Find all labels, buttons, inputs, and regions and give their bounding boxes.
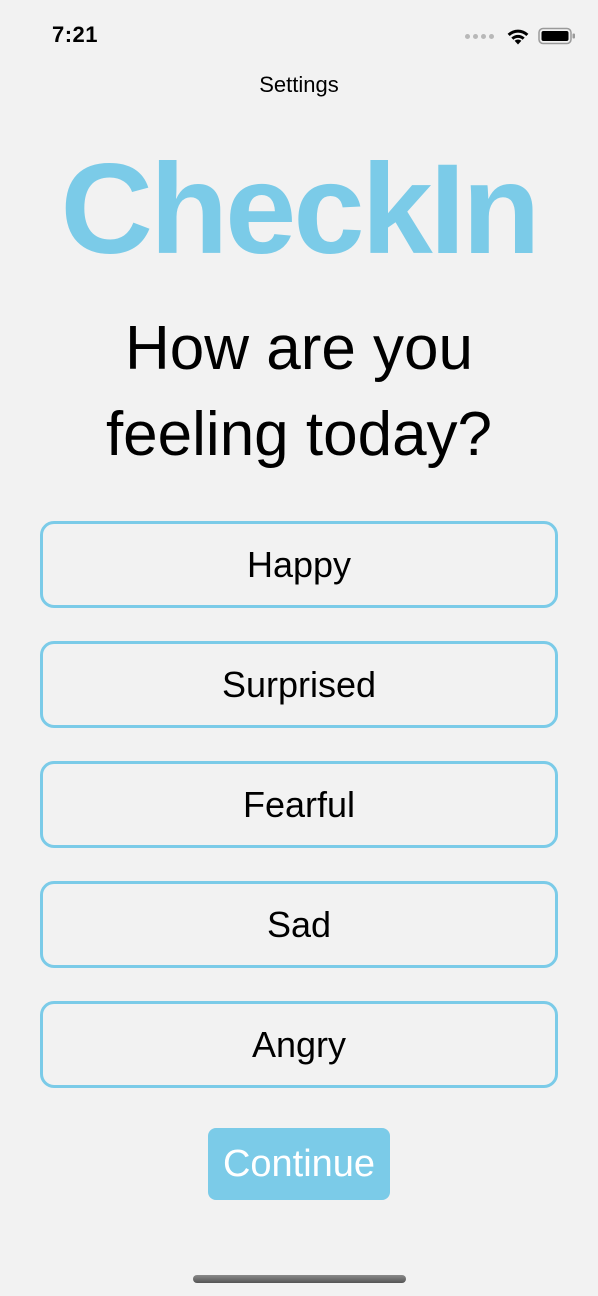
status-icons — [465, 24, 576, 48]
continue-button[interactable]: Continue — [208, 1128, 390, 1200]
mood-option-surprised[interactable]: Surprised — [40, 641, 558, 728]
home-indicator — [193, 1275, 406, 1283]
mood-option-angry[interactable]: Angry — [40, 1001, 558, 1088]
status-bar: 7:21 — [0, 0, 598, 72]
mood-option-fearful[interactable]: Fearful — [40, 761, 558, 848]
mood-option-happy[interactable]: Happy — [40, 521, 558, 608]
nav-title[interactable]: Settings — [0, 72, 598, 98]
cellular-signal-icon — [465, 33, 494, 39]
status-time: 7:21 — [52, 22, 99, 47]
battery-icon — [538, 27, 575, 45]
mood-option-sad[interactable]: Sad — [40, 881, 558, 968]
wifi-icon — [507, 29, 529, 45]
app-title: CheckIn — [60, 138, 541, 281]
question-heading: How are you feeling today? — [105, 314, 493, 469]
mood-options: Happy Surprised Fearful Sad Angry — [40, 521, 558, 1121]
